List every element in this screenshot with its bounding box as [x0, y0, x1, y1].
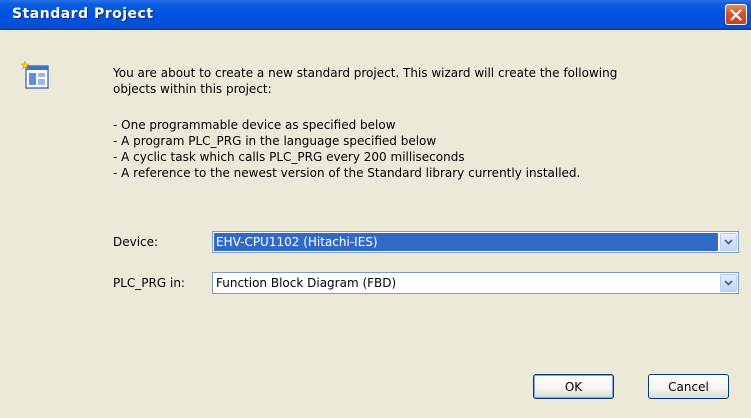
- ok-button[interactable]: OK: [533, 374, 614, 399]
- chevron-down-icon: [724, 239, 733, 245]
- device-label: Device:: [113, 235, 159, 249]
- bullet-program: - A program PLC_PRG in the language spec…: [113, 134, 437, 148]
- bullet-library: - A reference to the newest version of t…: [113, 166, 581, 180]
- close-button[interactable]: [725, 4, 747, 25]
- window-title: Standard Project: [12, 6, 154, 22]
- new-project-wizard-icon: [20, 60, 49, 89]
- plc-prg-label: PLC_PRG in:: [113, 276, 185, 290]
- chevron-down-icon: [724, 280, 733, 286]
- plc-prg-language-select[interactable]: Function Block Diagram (FBD): [212, 272, 739, 294]
- bullet-task: - A cyclic task which calls PLC_PRG ever…: [113, 150, 465, 164]
- plc-prg-dropdown-button[interactable]: [720, 274, 737, 292]
- bullet-device: - One programmable device as specified b…: [113, 118, 396, 132]
- title-bar[interactable]: Standard Project: [0, 0, 751, 30]
- device-select[interactable]: EHV-CPU1102 (Hitachi-IES): [212, 231, 739, 253]
- intro-text-line-2: objects within this project:: [113, 82, 272, 96]
- cancel-button[interactable]: Cancel: [648, 374, 729, 399]
- intro-text-line-1: You are about to create a new standard p…: [113, 66, 618, 80]
- device-dropdown-button[interactable]: [720, 233, 737, 251]
- dialog-body: You are about to create a new standard p…: [0, 30, 751, 418]
- device-select-value: EHV-CPU1102 (Hitachi-IES): [214, 233, 718, 251]
- plc-prg-select-value: Function Block Diagram (FBD): [216, 276, 397, 290]
- close-icon: [730, 8, 742, 21]
